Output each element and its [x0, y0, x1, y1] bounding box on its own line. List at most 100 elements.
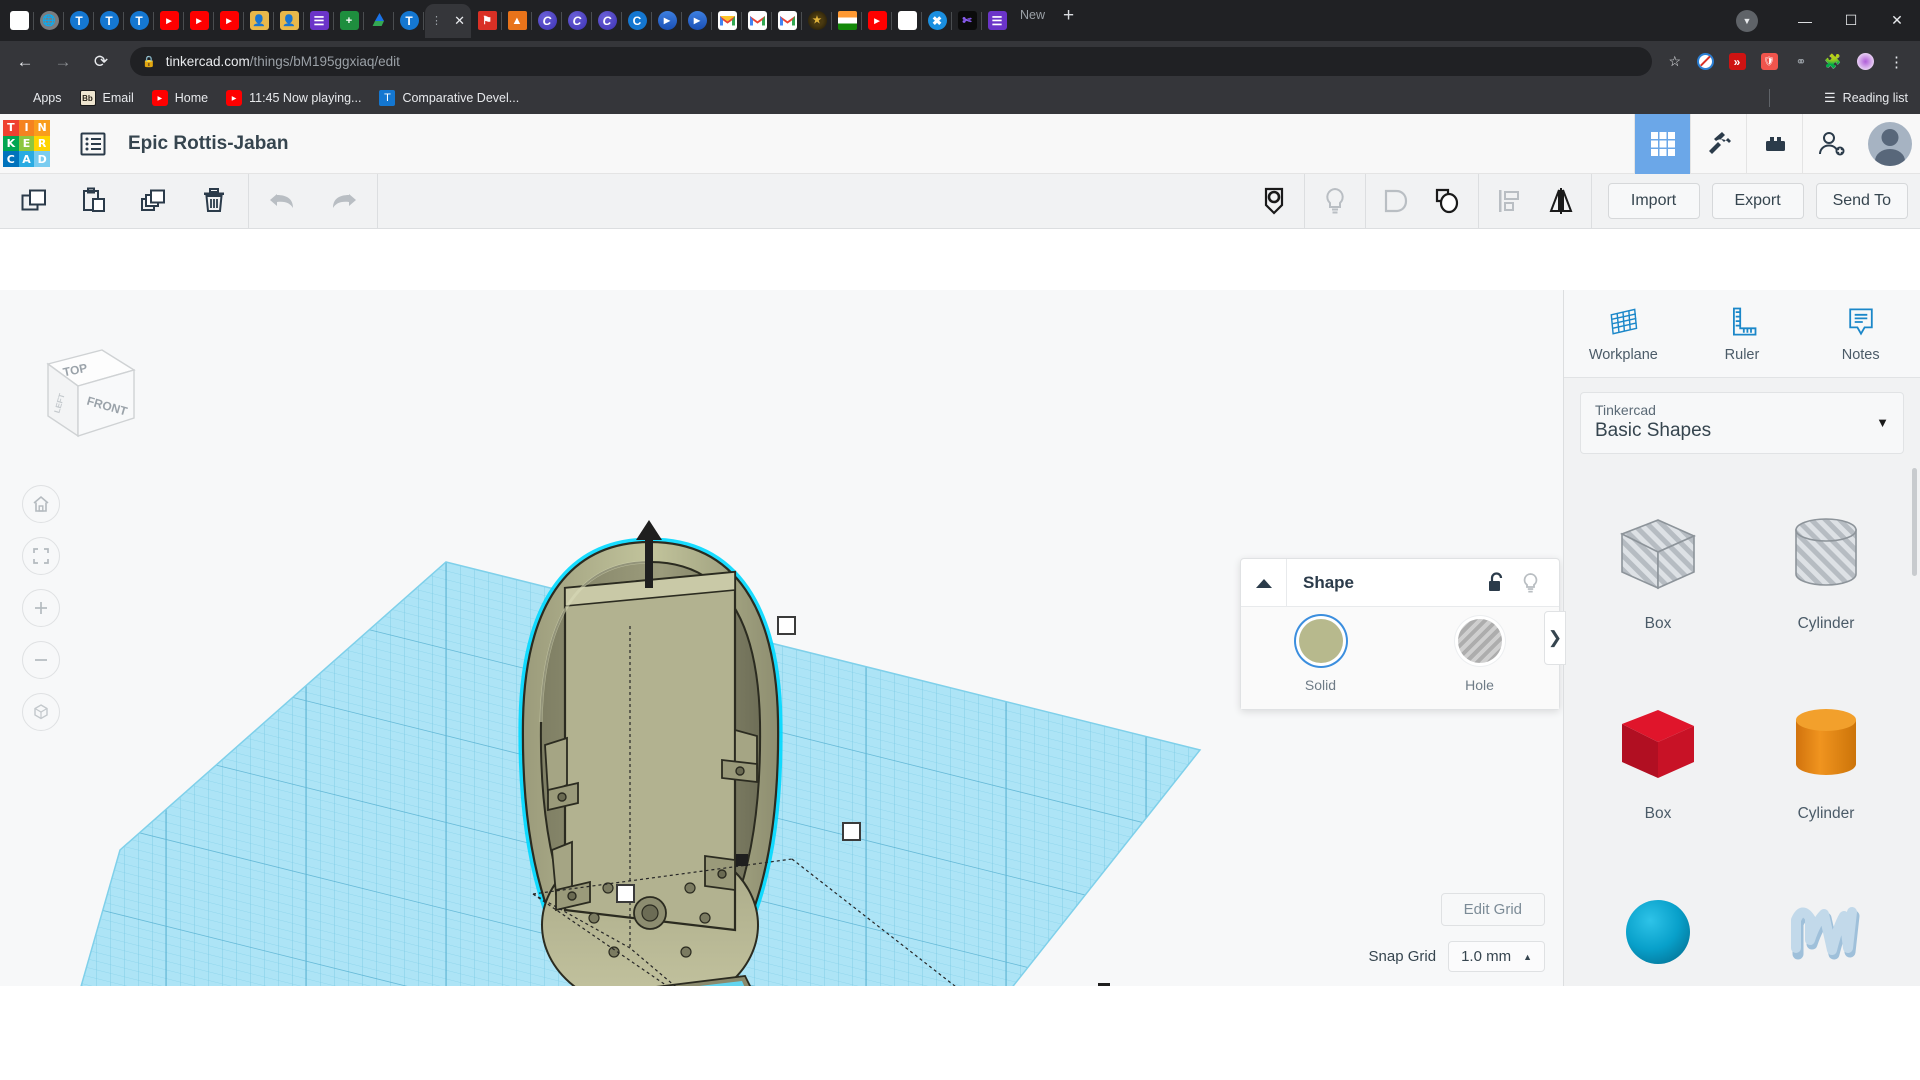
bookmark-comparative-dev[interactable]: T Comparative Devel... [379, 90, 519, 106]
shape-item-box[interactable]: Box [1574, 658, 1742, 848]
workplane-tool[interactable]: Workplane [1564, 290, 1683, 377]
profile-avatar-icon[interactable] [1852, 49, 1878, 75]
edit-grid-button[interactable]: Edit Grid [1440, 893, 1545, 926]
paste-icon[interactable] [64, 174, 124, 229]
tab-c-purple-1[interactable]: C [532, 0, 562, 41]
pickaxe-icon[interactable] [1690, 113, 1746, 174]
tab-google-drive[interactable] [364, 0, 394, 41]
delete-trash-icon[interactable] [184, 174, 244, 229]
blocks-grid-icon[interactable] [1634, 113, 1690, 174]
unlock-icon[interactable] [1479, 571, 1513, 594]
snap-grid-select[interactable]: 1.0 mm ▲ [1448, 941, 1545, 972]
tab-scissors[interactable]: ✄ [952, 0, 982, 41]
ungroup-icon[interactable] [1422, 174, 1474, 229]
avatar[interactable] [1868, 121, 1912, 166]
tab-youtube-4[interactable] [862, 0, 892, 41]
page-title[interactable]: Epic Rottis-Jaban [128, 133, 288, 155]
adblock-icon[interactable] [1692, 49, 1718, 75]
notes-tool[interactable]: Notes [1801, 290, 1920, 377]
scale-handle-right[interactable] [842, 822, 861, 841]
tab-youtube-3[interactable] [214, 0, 244, 41]
download-indicator-icon[interactable]: ▼ [1736, 9, 1758, 32]
scale-handle-left[interactable] [616, 884, 635, 903]
bookmark-home[interactable]: Home [151, 90, 208, 106]
shield-icon[interactable] [1756, 49, 1782, 75]
address-bar[interactable]: 🔒 tinkercad.com/things/bM195ggxiaq/edit [130, 47, 1653, 76]
tab-c-purple-3[interactable]: C [592, 0, 622, 41]
tab-tinkercad-1[interactable]: T [64, 0, 94, 41]
new-tab-label[interactable]: New [1012, 0, 1053, 41]
center-handle[interactable] [736, 854, 748, 866]
shape-item-scribble[interactable]: Scribble [1742, 848, 1910, 986]
tab-india-flag[interactable] [832, 0, 862, 41]
scale-handle-top[interactable] [777, 616, 796, 635]
bookmark-apps[interactable]: Apps [10, 90, 62, 106]
tab-c-purple-2[interactable]: C [562, 0, 592, 41]
home-view-icon[interactable] [22, 485, 60, 523]
minimize-button[interactable]: — [1782, 4, 1828, 38]
shape-option-solid[interactable]: Solid [1241, 619, 1400, 693]
solid-swatch[interactable] [1298, 619, 1343, 663]
tab-tinkercad-logo[interactable] [4, 0, 34, 41]
fit-to-view-icon[interactable] [22, 537, 60, 575]
tab-gmail-3[interactable] [772, 0, 802, 41]
tab-youtube-2[interactable] [184, 0, 214, 41]
maximize-button[interactable]: ☐ [1828, 4, 1874, 38]
lego-brick-icon[interactable] [1746, 113, 1802, 174]
perspective-toggle-icon[interactable] [22, 693, 60, 731]
chevron-down-icon[interactable]: ▼ [1876, 415, 1889, 430]
tab-google-forms-2[interactable]: ☰ [982, 0, 1012, 41]
tab-x-blue[interactable]: ✖ [922, 0, 952, 41]
reload-button[interactable]: ⟳ [84, 45, 118, 79]
chain-links-icon[interactable]: ⚭ [1788, 49, 1814, 75]
shape-item-sphere[interactable]: Sphere [1574, 848, 1742, 986]
tab-braille-dots[interactable] [892, 0, 922, 41]
shapes-gallery[interactable]: Box Cylinder Box Cylinder [1564, 462, 1920, 986]
shape-item-hole-box[interactable]: Box [1574, 468, 1742, 658]
ruler-tool[interactable]: Ruler [1683, 290, 1802, 377]
align-icon[interactable] [1483, 174, 1535, 229]
new-tab-button[interactable]: + [1053, 0, 1084, 41]
close-window-button[interactable]: ✕ [1874, 4, 1920, 38]
send-to-button[interactable]: Send To [1815, 183, 1908, 219]
tab-google-sheets[interactable]: + [334, 0, 364, 41]
back-button[interactable]: ← [8, 45, 42, 79]
tinkercad-logo-icon[interactable]: T I N K E R C A D [3, 120, 50, 167]
tab-person-1[interactable]: 👤 [244, 0, 274, 41]
tab-coin-emblem[interactable]: ★ [802, 0, 832, 41]
active-tab[interactable]: ⋮ ✕ [425, 3, 471, 38]
shape-item-cylinder[interactable]: Cylinder [1742, 658, 1910, 848]
hole-swatch[interactable] [1457, 619, 1502, 663]
invite-person-icon[interactable] [1802, 113, 1858, 174]
undo-icon[interactable] [253, 174, 313, 229]
puzzle-piece-icon[interactable]: 🧩 [1820, 49, 1846, 75]
shape-option-hole[interactable]: Hole [1400, 619, 1559, 693]
tab-video-1[interactable] [652, 0, 682, 41]
forward-button[interactable]: → [46, 45, 80, 79]
tab-video-2[interactable] [682, 0, 712, 41]
light-bulb-icon[interactable] [1513, 572, 1547, 594]
tab-gmail-1[interactable] [712, 0, 742, 41]
sidebar-collapse-toggle[interactable]: ❯ [1544, 611, 1566, 665]
depth-handle[interactable] [1098, 983, 1110, 986]
duplicate-icon[interactable] [124, 174, 184, 229]
bookmark-now-playing[interactable]: 11:45 Now playing... [226, 90, 361, 106]
copy-shape-icon[interactable] [1248, 174, 1300, 229]
copy-icon[interactable] [4, 174, 64, 229]
bookmark-email[interactable]: Bb Email [79, 90, 134, 106]
tab-c-blue[interactable]: C [622, 0, 652, 41]
browser-menu-icon[interactable]: ⋮ [1881, 53, 1912, 71]
zoom-out-icon[interactable] [22, 641, 60, 679]
chevron-up-icon[interactable] [1241, 558, 1287, 607]
tab-tinkercad-3[interactable]: T [124, 0, 154, 41]
tab-tinkercad-4[interactable]: T [394, 0, 424, 41]
bookmark-star-icon[interactable]: ☆ [1668, 53, 1681, 70]
mirror-icon[interactable] [1535, 174, 1587, 229]
tab-person-2[interactable]: 👤 [274, 0, 304, 41]
zoom-in-icon[interactable] [22, 589, 60, 627]
light-bulb-icon[interactable] [1309, 174, 1361, 229]
shape-item-hole-cylinder[interactable]: Cylinder [1742, 468, 1910, 658]
redo-icon[interactable] [313, 174, 373, 229]
tab-red-pin[interactable]: ⚑ [472, 0, 502, 41]
tab-globe[interactable]: 🌐 [34, 0, 64, 41]
